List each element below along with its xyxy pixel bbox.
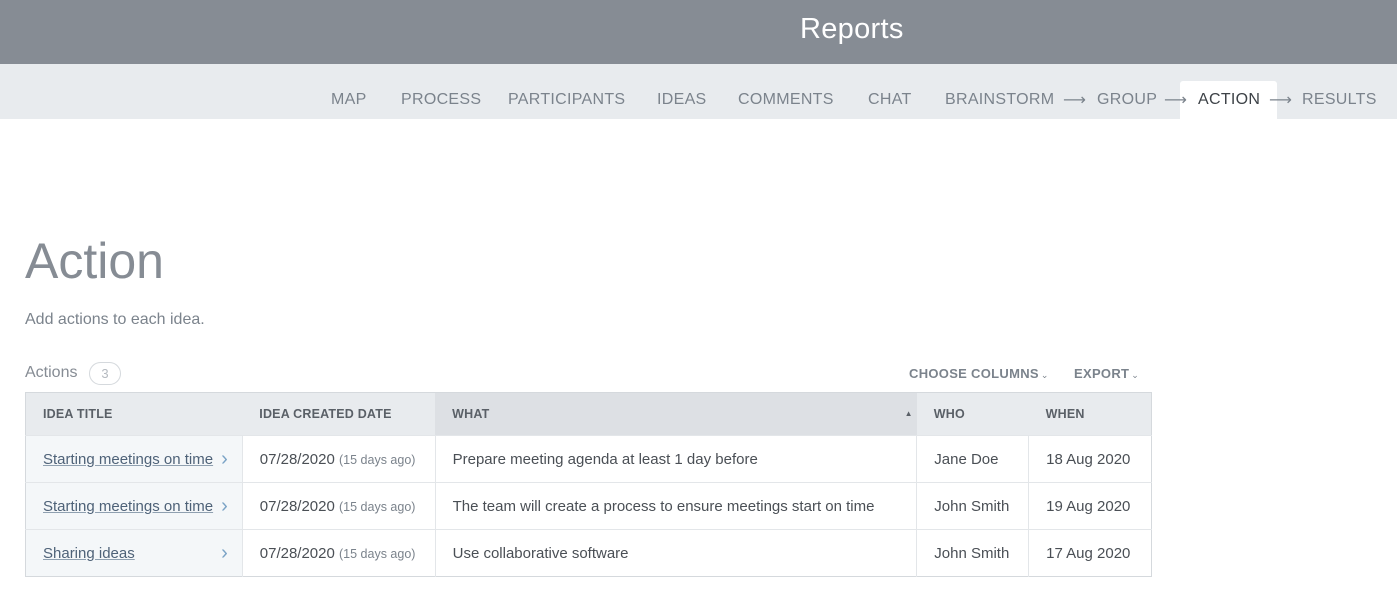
table-row: Starting meetings on time › 07/28/2020 (… <box>25 482 1152 530</box>
column-header-what[interactable]: WHAT ▲ <box>435 392 917 436</box>
idea-title-link[interactable]: Sharing ideas <box>43 545 135 562</box>
idea-date-cell: 07/28/2020 (15 days ago) <box>242 482 436 530</box>
column-header-who[interactable]: WHO <box>916 392 1029 436</box>
table-header-row: IDEA TITLE IDEA CREATED DATE WHAT ▲ WHO … <box>25 392 1152 436</box>
tab-group[interactable]: GROUP <box>1097 91 1157 109</box>
choose-columns-button[interactable]: CHOOSE COLUMNS ⌄ <box>909 366 1049 381</box>
tab-process[interactable]: PROCESS <box>401 91 481 109</box>
column-header-idea-created-date[interactable]: IDEA CREATED DATE <box>242 392 436 436</box>
arrow-right-icon: ⟶ <box>1164 90 1187 109</box>
idea-date-relative: (15 days ago) <box>339 499 416 514</box>
actions-table: IDEA TITLE IDEA CREATED DATE WHAT ▲ WHO … <box>25 392 1152 577</box>
who-cell[interactable]: John Smith <box>916 482 1030 530</box>
when-cell[interactable]: 19 Aug 2020 <box>1028 482 1152 530</box>
idea-date-relative: (15 days ago) <box>339 452 416 467</box>
page-title: Action <box>25 233 164 289</box>
idea-title-link[interactable]: Starting meetings on time <box>43 498 213 515</box>
idea-title-cell: Starting meetings on time › <box>25 482 243 530</box>
what-cell[interactable]: Use collaborative software <box>435 529 918 577</box>
tab-results[interactable]: RESULTS <box>1302 91 1377 109</box>
chevron-down-icon: ⌄ <box>1131 370 1140 380</box>
table-row: Starting meetings on time › 07/28/2020 (… <box>25 435 1152 483</box>
sort-ascending-icon: ▲ <box>904 409 913 418</box>
idea-date: 07/28/2020 <box>259 450 335 468</box>
top-header: Reports <box>0 0 1397 64</box>
column-header-what-label: WHAT <box>452 407 490 421</box>
idea-date-relative: (15 days ago) <box>339 546 416 561</box>
who-cell[interactable]: John Smith <box>916 529 1030 577</box>
tab-brainstorm[interactable]: BRAINSTORM <box>945 91 1054 109</box>
column-header-idea-title[interactable]: IDEA TITLE <box>25 392 243 436</box>
idea-date: 07/28/2020 <box>259 544 335 562</box>
who-cell[interactable]: Jane Doe <box>916 435 1030 483</box>
tab-chat[interactable]: CHAT <box>868 91 912 109</box>
arrow-right-icon: ⟶ <box>1063 90 1086 109</box>
actions-count-badge: 3 <box>89 362 121 385</box>
arrow-right-icon: ⟶ <box>1269 90 1292 109</box>
export-label: EXPORT <box>1074 366 1130 381</box>
tab-ideas[interactable]: IDEAS <box>657 91 707 109</box>
when-cell[interactable]: 17 Aug 2020 <box>1028 529 1152 577</box>
when-cell[interactable]: 18 Aug 2020 <box>1028 435 1152 483</box>
idea-title-link[interactable]: Starting meetings on time <box>43 451 213 468</box>
what-cell[interactable]: Prepare meeting agenda at least 1 day be… <box>435 435 918 483</box>
chevron-right-icon[interactable]: › <box>221 495 228 518</box>
chevron-right-icon[interactable]: › <box>221 448 228 471</box>
app-title: Reports <box>800 13 904 45</box>
page-subtitle: Add actions to each idea. <box>25 311 205 328</box>
table-row: Sharing ideas › 07/28/2020 (15 days ago)… <box>25 529 1152 577</box>
what-cell[interactable]: The team will create a process to ensure… <box>435 482 918 530</box>
idea-title-cell: Starting meetings on time › <box>25 435 243 483</box>
tab-action[interactable]: ACTION <box>1198 91 1260 109</box>
chevron-down-icon: ⌄ <box>1040 370 1049 380</box>
idea-date-cell: 07/28/2020 (15 days ago) <box>242 529 436 577</box>
tab-map[interactable]: MAP <box>331 91 367 109</box>
idea-date: 07/28/2020 <box>259 497 335 515</box>
tab-participants[interactable]: PARTICIPANTS <box>508 91 625 109</box>
tab-comments[interactable]: COMMENTS <box>738 91 834 109</box>
export-button[interactable]: EXPORT ⌄ <box>1074 366 1139 381</box>
column-header-when[interactable]: WHEN <box>1028 392 1152 436</box>
actions-label: Actions <box>25 364 78 381</box>
chevron-right-icon[interactable]: › <box>221 542 228 565</box>
idea-date-cell: 07/28/2020 (15 days ago) <box>242 435 436 483</box>
idea-title-cell: Sharing ideas › <box>25 529 243 577</box>
nav-bar: MAP PROCESS PARTICIPANTS IDEAS COMMENTS … <box>0 64 1397 119</box>
choose-columns-label: CHOOSE COLUMNS <box>909 366 1039 381</box>
